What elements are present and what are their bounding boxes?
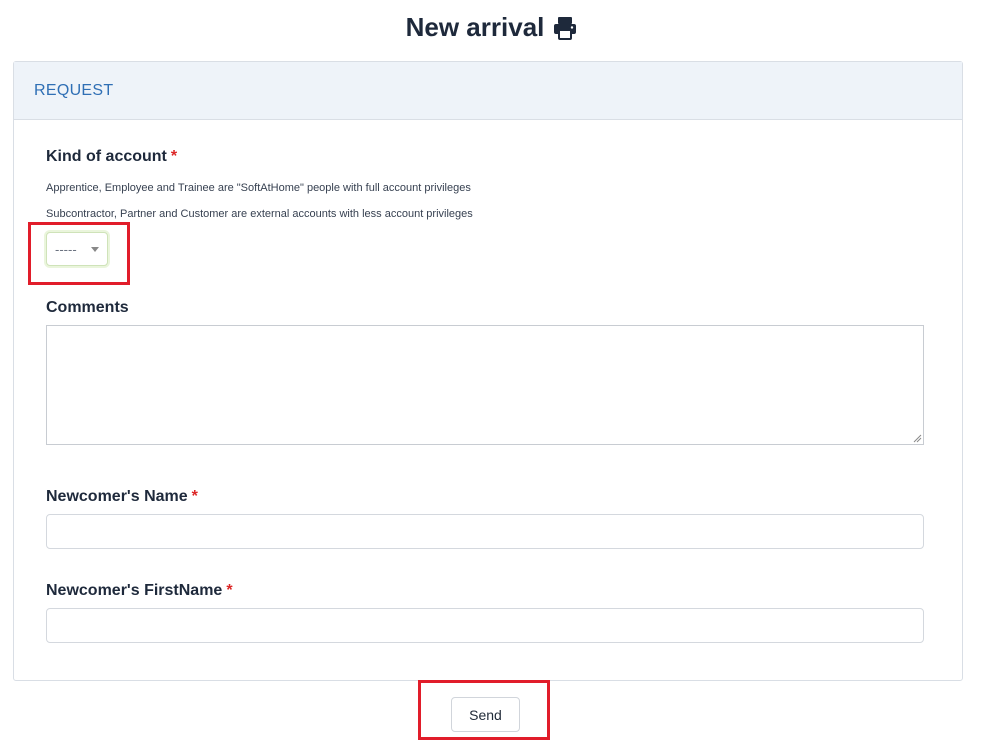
comments-label: Comments: [46, 299, 129, 317]
account-kind-label: Kind of account *: [46, 148, 177, 166]
newcomer-firstname-label: Newcomer's FirstName *: [46, 582, 233, 600]
print-icon[interactable]: [552, 15, 578, 41]
comments-textarea[interactable]: [46, 325, 924, 445]
comments-label-text: Comments: [46, 299, 129, 316]
required-mark: *: [191, 488, 198, 505]
highlight-box-select: [28, 222, 130, 285]
card-header: REQUEST: [14, 62, 962, 120]
required-mark: *: [170, 148, 178, 165]
account-kind-label-text: Kind of account: [46, 148, 167, 165]
highlight-box-send: [418, 680, 550, 740]
newcomer-name-label: Newcomer's Name *: [46, 488, 198, 506]
resize-grip-icon[interactable]: [913, 434, 922, 443]
newcomer-firstname-input[interactable]: [46, 608, 924, 643]
newcomer-name-label-text: Newcomer's Name: [46, 488, 188, 505]
page-title: New arrival: [0, 12, 984, 43]
page: New arrival REQUEST Kind of account * App…: [0, 0, 984, 741]
account-kind-help-1: Apprentice, Employee and Trainee are "So…: [46, 182, 471, 194]
request-card: REQUEST Kind of account * Apprentice, Emp…: [13, 61, 963, 681]
newcomer-firstname-label-text: Newcomer's FirstName: [46, 582, 223, 599]
account-kind-help-2: Subcontractor, Partner and Customer are …: [46, 208, 473, 220]
required-mark: *: [226, 582, 233, 599]
page-title-text: New arrival: [405, 12, 545, 42]
newcomer-name-input[interactable]: [46, 514, 924, 549]
